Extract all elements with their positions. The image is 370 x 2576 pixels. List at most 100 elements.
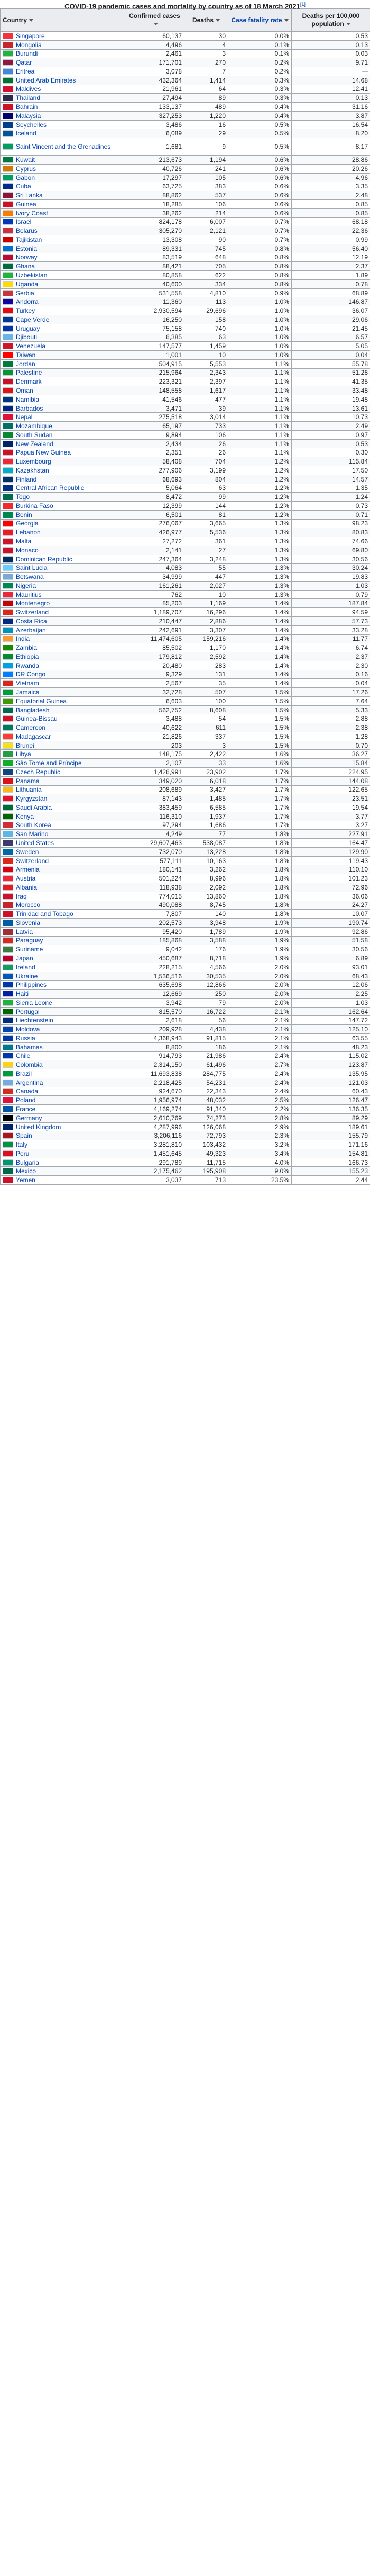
sort-icon[interactable] [346, 23, 350, 26]
country-link[interactable]: Belarus [16, 227, 38, 234]
country-link[interactable]: Luxembourg [16, 458, 51, 465]
country-link[interactable]: Jordan [16, 360, 35, 368]
country-link[interactable]: Kazakhstan [16, 467, 49, 474]
country-link[interactable]: Denmark [16, 378, 42, 385]
column-header-link[interactable]: Case fatality rate [231, 16, 282, 24]
country-link[interactable]: Cameroon [16, 724, 45, 731]
country-link[interactable]: France [16, 1105, 35, 1113]
country-link[interactable]: Benin [16, 511, 32, 519]
country-link[interactable]: Djibouti [16, 333, 37, 341]
country-link[interactable]: Mauritius [16, 591, 42, 598]
country-link[interactable]: Saudi Arabia [16, 804, 52, 811]
country-link[interactable]: Uganda [16, 280, 38, 288]
country-link[interactable]: Saint Lucia [16, 564, 47, 572]
country-link[interactable]: Costa Rica [16, 618, 47, 625]
country-link[interactable]: Philippines [16, 981, 47, 988]
sort-icon[interactable] [284, 19, 289, 22]
country-link[interactable]: Ivory Coast [16, 210, 48, 217]
country-link[interactable]: Palestine [16, 369, 42, 376]
country-link[interactable]: Ethiopia [16, 653, 39, 660]
country-link[interactable]: South Sudan [16, 431, 52, 439]
country-link[interactable]: Seychelles [16, 121, 47, 129]
country-link[interactable]: Czech Republic [16, 768, 60, 776]
country-link[interactable]: United States [16, 839, 54, 847]
country-link[interactable]: Montenegro [16, 600, 50, 607]
country-link[interactable]: Ireland [16, 964, 35, 971]
country-link[interactable]: Kenya [16, 813, 34, 820]
country-link[interactable]: Central African Republic [16, 484, 84, 492]
country-link[interactable]: Malta [16, 538, 31, 545]
country-link[interactable]: Jamaica [16, 688, 40, 696]
country-link[interactable]: Albania [16, 884, 37, 891]
column-header-deaths[interactable]: Deaths [184, 8, 228, 32]
country-link[interactable]: Moldova [16, 1026, 40, 1033]
country-link[interactable]: New Zealand [16, 440, 53, 448]
country-link[interactable]: Iceland [16, 130, 36, 137]
country-link[interactable]: Cyprus [16, 165, 36, 173]
country-link[interactable]: Haiti [16, 990, 29, 997]
country-link[interactable]: Kyrgyzstan [16, 795, 47, 802]
country-link[interactable]: Uruguay [16, 325, 40, 332]
country-link[interactable]: Tajikistan [16, 236, 42, 243]
country-link[interactable]: Lebanon [16, 529, 41, 536]
country-link[interactable]: Austria [16, 875, 35, 882]
country-link[interactable]: Madagascar [16, 733, 51, 740]
country-link[interactable]: São Tomé and Príncipe [16, 759, 82, 767]
country-link[interactable]: Norway [16, 253, 38, 261]
country-link[interactable]: South Korea [16, 821, 51, 829]
country-link[interactable]: Panama [16, 777, 40, 785]
country-link[interactable]: DR Congo [16, 670, 45, 678]
country-link[interactable]: Finland [16, 476, 36, 483]
country-link[interactable]: United Kingdom [16, 1123, 61, 1131]
country-link[interactable]: Dominican Republic [16, 556, 72, 563]
country-link[interactable]: Thailand [16, 94, 40, 102]
country-link[interactable]: Liechtenstein [16, 1017, 53, 1024]
country-link[interactable]: Zambia [16, 644, 37, 651]
country-link[interactable]: Trinidad and Tobago [16, 910, 73, 918]
country-link[interactable]: Lithuania [16, 786, 42, 793]
country-link[interactable]: Vietnam [16, 679, 39, 687]
country-link[interactable]: Taiwan [16, 351, 35, 359]
country-link[interactable]: India [16, 635, 30, 642]
country-link[interactable]: Bahamas [16, 1044, 43, 1051]
country-link[interactable]: Russia [16, 1035, 35, 1042]
country-link[interactable]: Argentina [16, 1079, 43, 1086]
country-link[interactable]: Ukraine [16, 973, 38, 980]
country-link[interactable]: Canada [16, 1087, 38, 1095]
country-link[interactable]: Spain [16, 1132, 32, 1139]
country-link[interactable]: Equatorial Guinea [16, 697, 67, 705]
country-link[interactable]: Barbados [16, 405, 43, 412]
country-link[interactable]: Botswana [16, 573, 44, 580]
country-link[interactable]: Singapore [16, 32, 45, 40]
country-link[interactable]: Morocco [16, 901, 40, 909]
country-link[interactable]: Sierra Leone [16, 999, 52, 1006]
country-link[interactable]: Guinea [16, 201, 36, 208]
country-link[interactable]: Sri Lanka [16, 192, 43, 199]
country-link[interactable]: Bulgaria [16, 1159, 39, 1166]
country-link[interactable]: Colombia [16, 1061, 43, 1068]
country-link[interactable]: Switzerland [16, 857, 49, 865]
sort-icon[interactable] [153, 23, 158, 26]
country-link[interactable]: Italy [16, 1141, 27, 1148]
country-link[interactable]: Kuwait [16, 156, 35, 164]
country-link[interactable]: Paraguay [16, 937, 43, 944]
country-link[interactable]: Burundi [16, 50, 38, 57]
country-link[interactable]: Germany [16, 1114, 42, 1122]
country-link[interactable]: Serbia [16, 289, 34, 297]
country-link[interactable]: Gabon [16, 174, 35, 182]
country-link[interactable]: Nepal [16, 413, 32, 421]
sort-icon[interactable] [29, 19, 33, 22]
country-link[interactable]: Namibia [16, 396, 39, 403]
country-link[interactable]: Sweden [16, 848, 39, 856]
country-link[interactable]: Monaco [16, 547, 39, 554]
country-link[interactable]: Bangladesh [16, 706, 49, 714]
country-link[interactable]: Cuba [16, 183, 31, 190]
country-link[interactable]: Saint Vincent and the Grenadines [16, 143, 110, 150]
country-link[interactable]: Togo [16, 493, 30, 501]
column-header-per100k[interactable]: Deaths per 100,000 population [291, 8, 370, 32]
country-link[interactable]: Slovenia [16, 919, 40, 927]
country-link[interactable]: Portugal [16, 1008, 40, 1015]
citation-link[interactable]: [1] [300, 2, 306, 7]
country-link[interactable]: Japan [16, 955, 33, 962]
country-link[interactable]: Qatar [16, 59, 32, 66]
